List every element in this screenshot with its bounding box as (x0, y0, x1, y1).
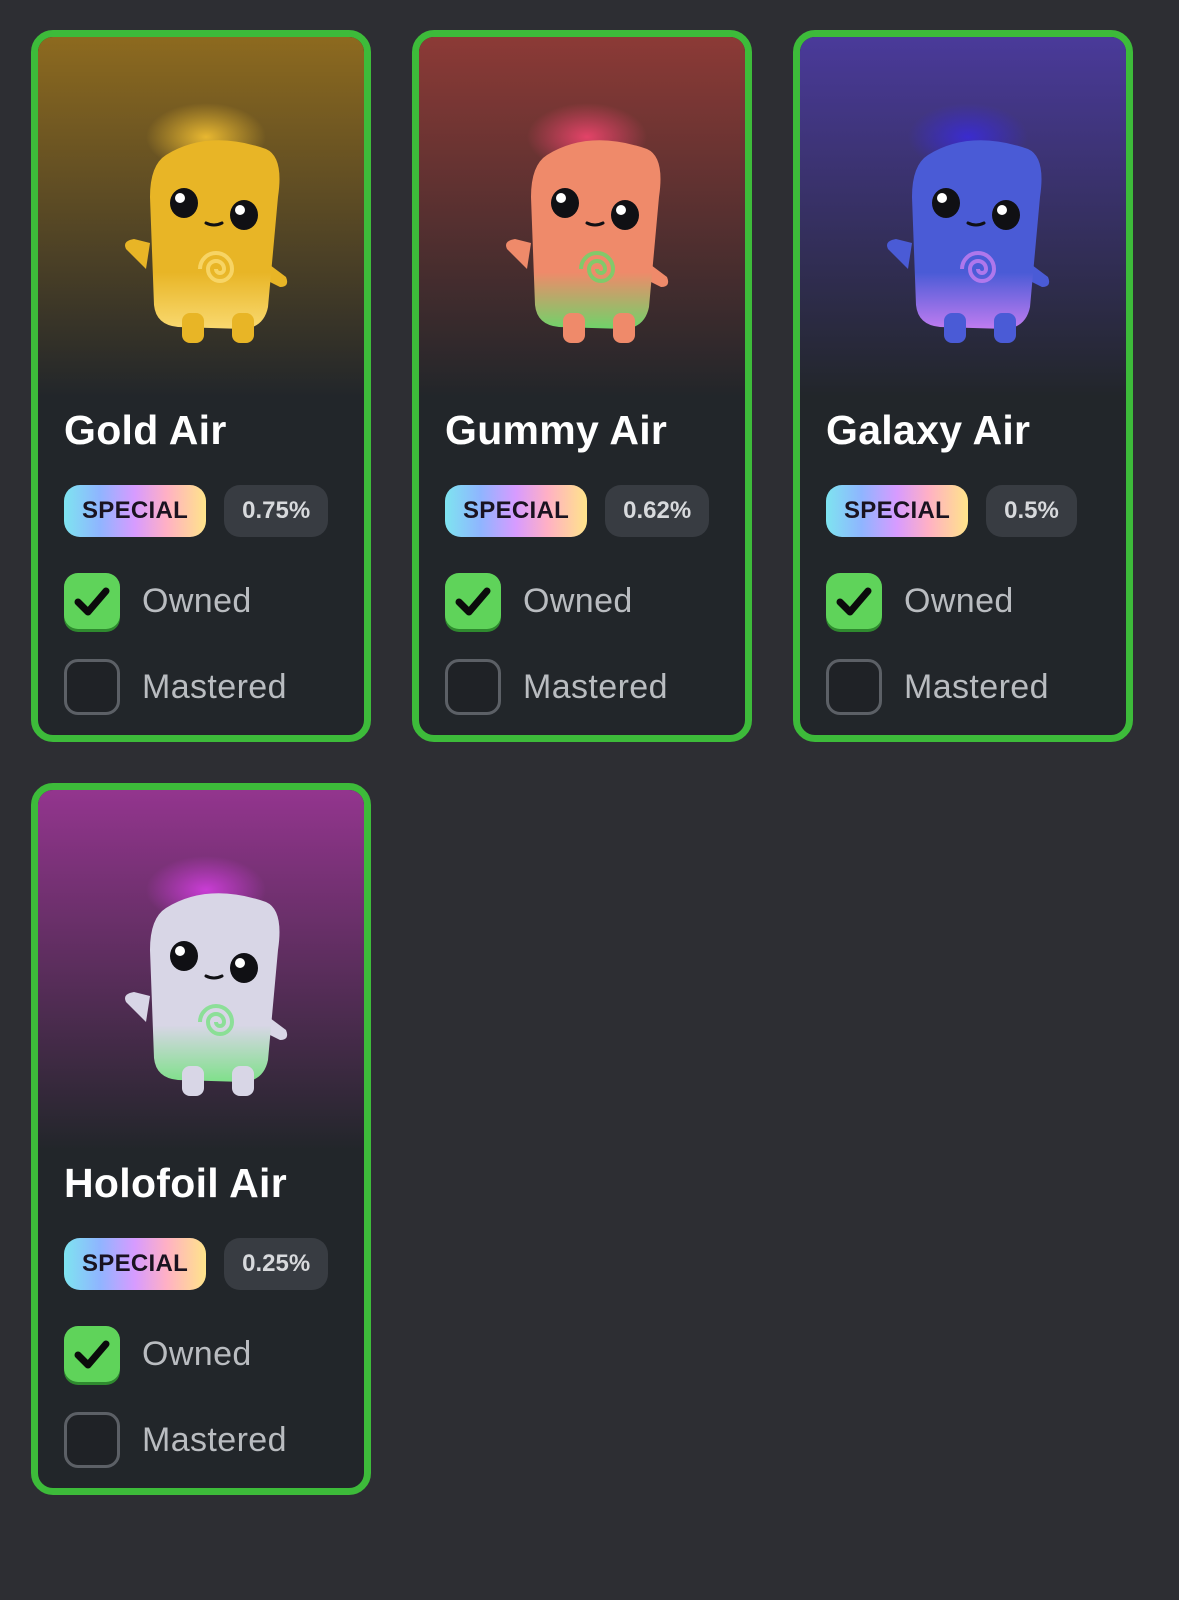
owned-label: Owned (523, 581, 633, 620)
mastered-label: Mastered (142, 1420, 287, 1459)
pet-card-gummy-air[interactable]: Gummy Air SPECIAL 0.62% Owned Mastered (412, 30, 752, 742)
owned-row[interactable]: Owned (826, 573, 1014, 629)
mastered-row[interactable]: Mastered (445, 659, 668, 715)
special-badge: SPECIAL (445, 485, 588, 537)
owned-row[interactable]: Owned (64, 1326, 252, 1382)
pet-art-holofoil-air (38, 790, 364, 1150)
badge-row: SPECIAL 0.25% (64, 1238, 329, 1290)
pet-card-holofoil-air[interactable]: Holofoil Air SPECIAL 0.25% Owned Mastere… (31, 783, 371, 1495)
pet-name: Galaxy Air (826, 407, 1031, 453)
check-icon (74, 587, 110, 616)
badge-row: SPECIAL 0.62% (445, 485, 710, 537)
pet-character-icon (887, 103, 1050, 343)
owned-checkbox[interactable] (445, 573, 501, 629)
owned-checkbox[interactable] (64, 573, 120, 629)
pet-art-galaxy-air (800, 37, 1126, 397)
rarity-badge: 0.75% (224, 485, 329, 537)
owned-checkbox[interactable] (826, 573, 882, 629)
owned-label: Owned (142, 1334, 252, 1373)
pet-card-galaxy-air[interactable]: Galaxy Air SPECIAL 0.5% Owned Mastered (793, 30, 1133, 742)
pet-name: Gold Air (64, 407, 227, 453)
owned-label: Owned (904, 581, 1014, 620)
pet-name: Gummy Air (445, 407, 668, 453)
pet-collection-grid: Gold Air SPECIAL 0.75% Owned Mastered Gu… (0, 0, 1179, 1600)
mastered-row[interactable]: Mastered (826, 659, 1049, 715)
pet-art-gold-air (38, 37, 364, 397)
pet-character-icon (125, 856, 288, 1096)
owned-row[interactable]: Owned (445, 573, 633, 629)
special-badge: SPECIAL (64, 1238, 207, 1290)
pet-card-gold-air[interactable]: Gold Air SPECIAL 0.75% Owned Mastered (31, 30, 371, 742)
mastered-checkbox[interactable] (64, 659, 120, 715)
pet-character-icon (506, 103, 669, 343)
badge-row: SPECIAL 0.75% (64, 485, 329, 537)
owned-label: Owned (142, 581, 252, 620)
pet-name: Holofoil Air (64, 1160, 287, 1206)
mastered-label: Mastered (142, 667, 287, 706)
mastered-checkbox[interactable] (64, 1412, 120, 1468)
check-icon (74, 1340, 110, 1369)
check-icon (455, 587, 491, 616)
badge-row: SPECIAL 0.5% (826, 485, 1077, 537)
rarity-badge: 0.25% (224, 1238, 329, 1290)
rarity-badge: 0.5% (986, 485, 1077, 537)
owned-checkbox[interactable] (64, 1326, 120, 1382)
mastered-label: Mastered (523, 667, 668, 706)
pet-character-icon (125, 103, 288, 343)
special-badge: SPECIAL (826, 485, 969, 537)
mastered-row[interactable]: Mastered (64, 659, 287, 715)
owned-row[interactable]: Owned (64, 573, 252, 629)
mastered-checkbox[interactable] (826, 659, 882, 715)
mastered-checkbox[interactable] (445, 659, 501, 715)
rarity-badge: 0.62% (605, 485, 710, 537)
pet-art-gummy-air (419, 37, 745, 397)
special-badge: SPECIAL (64, 485, 207, 537)
mastered-row[interactable]: Mastered (64, 1412, 287, 1468)
check-icon (836, 587, 872, 616)
mastered-label: Mastered (904, 667, 1049, 706)
